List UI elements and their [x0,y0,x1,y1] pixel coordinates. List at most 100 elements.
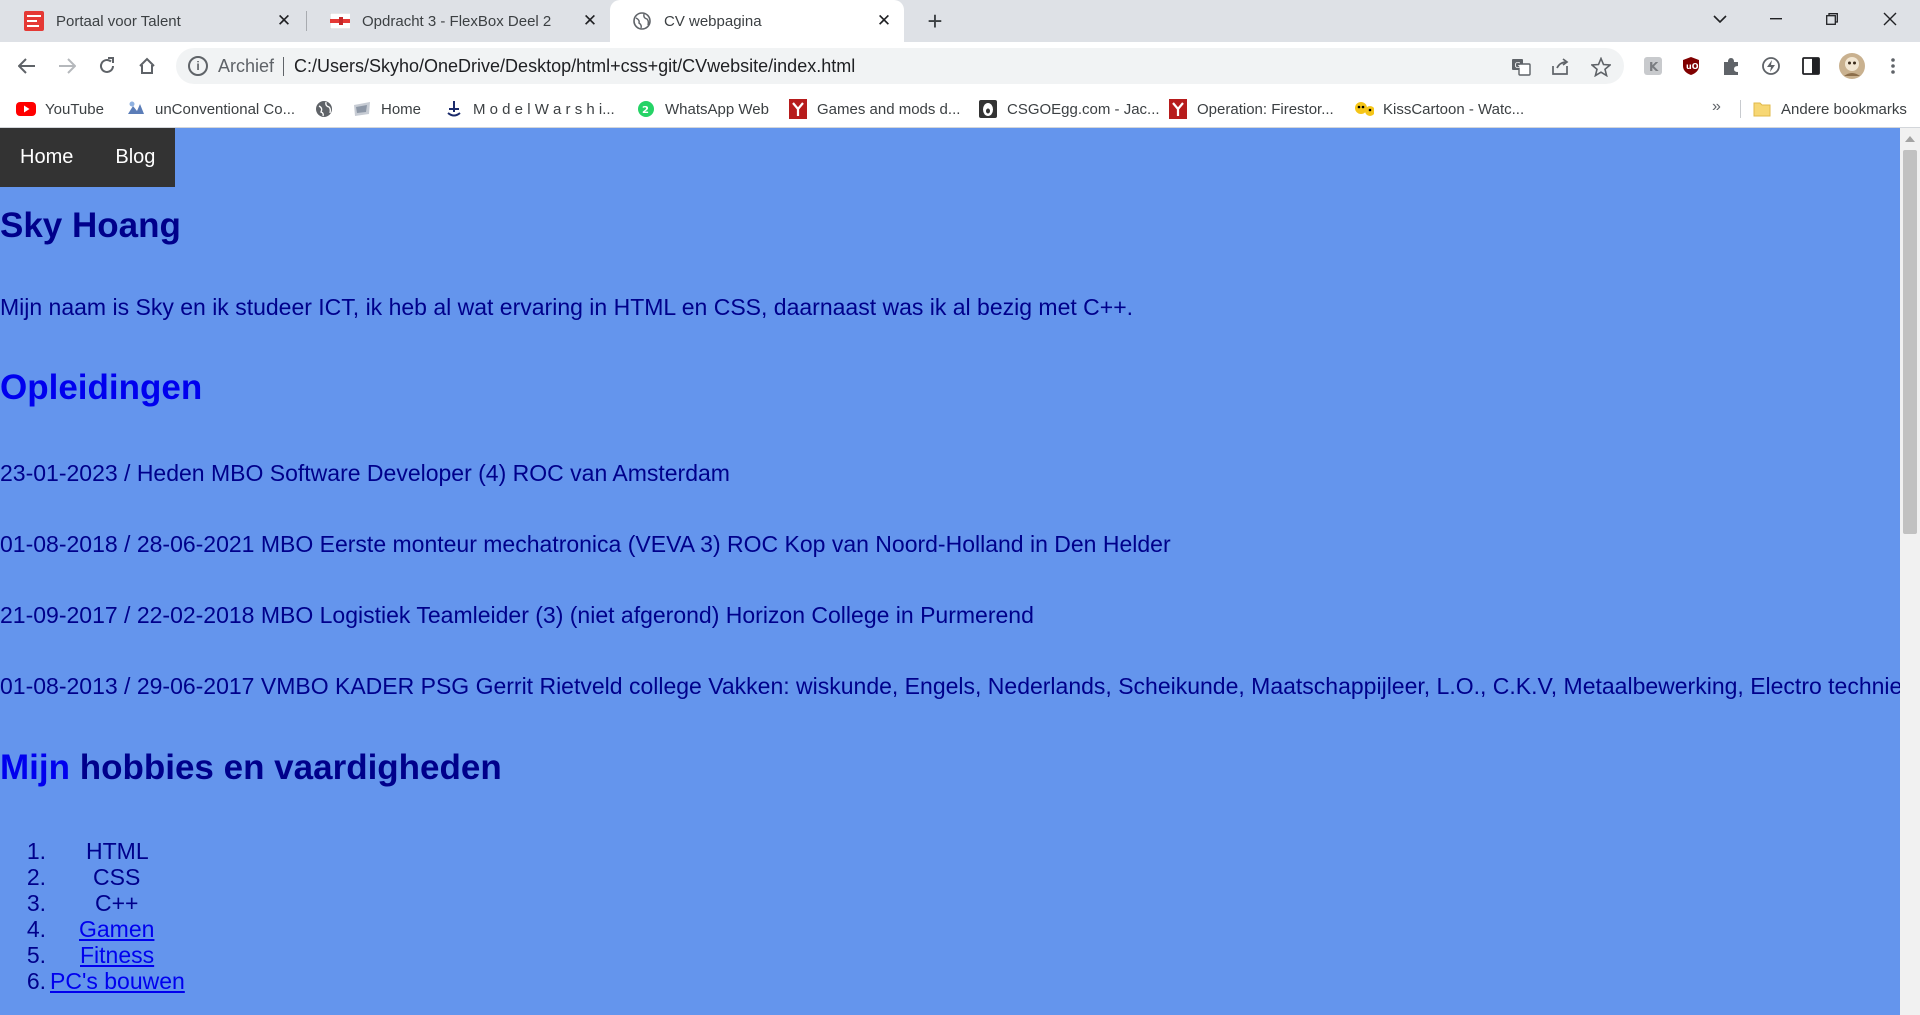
tab-strip: Portaal voor Talent ✕ Opdracht 3 - FlexB… [0,0,1920,42]
hobbies-heading-text: hobbies en vaardigheden [69,748,502,787]
hobby-label: CSS [93,864,141,890]
bookmark-label: Home [381,100,422,118]
more-bookmarks-chevron[interactable]: » [1712,98,1721,116]
hobby-label: C++ [95,890,139,916]
hobby-link-gamen[interactable]: Gamen [79,916,154,943]
bookmark-home[interactable]: Home [352,97,421,121]
tab-opdracht-3[interactable]: Opdracht 3 - FlexBox Deel 2 ✕ [308,0,610,42]
close-icon[interactable]: ✕ [580,11,600,31]
bookmark-label: YouTube [45,100,104,118]
list-number: 1. [26,838,46,864]
profile-avatar[interactable] [1838,52,1866,80]
flag-icon [330,11,350,31]
globe-icon [632,11,652,31]
bookmarks-bar: YouTube unConventional Co... Home M o d … [0,90,1920,128]
close-icon[interactable]: ✕ [274,11,294,31]
list-number: 3. [26,890,46,916]
side-panel-icon[interactable] [1800,55,1822,77]
bookmark-youtube[interactable]: YouTube [16,97,104,121]
bookmark-label: Games and mods d... [817,100,961,118]
tab-divider [306,11,307,31]
hobbies-heading: Mijn hobbies en vaardigheden [0,748,502,788]
education-item: 23-01-2023 / Heden MBO Software Develope… [0,460,730,486]
games-mods-icon [788,99,808,119]
name-heading: Sky Hoang [0,206,181,245]
bookmark-games-mods[interactable]: Games and mods d... [788,97,960,121]
list-number: 5. [26,942,46,968]
restore-icon[interactable] [1804,0,1860,38]
tab-title: CV webpagina [664,12,762,30]
hobby-label: HTML [86,838,149,864]
new-tab-icon[interactable]: + [922,6,948,36]
bookmark-whatsapp[interactable]: 2 WhatsApp Web [636,97,769,121]
vertical-scrollbar[interactable] [1900,128,1920,1015]
performance-icon[interactable] [1760,55,1782,77]
url-text[interactable]: C:/Users/Skyho/OneDrive/Desktop/html+css… [294,56,855,77]
hobby-link-pc-bouwen[interactable]: PC's bouwen [50,968,185,995]
list-number: 2. [26,864,46,890]
tab-title: Portaal voor Talent [56,12,181,30]
bookmark-unconventional[interactable]: unConventional Co... [126,97,295,121]
scrollbar-thumb[interactable] [1903,150,1917,534]
bookmark-label: Andere bookmarks [1781,100,1907,118]
bookmark-label: KissCartoon - Watc... [1383,100,1525,118]
tab-title: Opdracht 3 - FlexBox Deel 2 [362,12,552,30]
tab-portaal-voor-talent[interactable]: Portaal voor Talent ✕ [2,0,304,42]
svg-text:G: G [1515,61,1521,70]
close-icon[interactable]: ✕ [874,11,894,31]
browser-toolbar: i Archief C:/Users/Skyho/OneDrive/Deskto… [0,42,1920,90]
bookmark-label: Operation: Firestor... [1197,100,1334,118]
nav-blog-link[interactable]: Blog [93,128,175,187]
kisscartoon-icon [1354,100,1374,118]
address-divider [283,57,284,76]
share-icon[interactable] [1550,56,1572,78]
bookmark-firestorm[interactable]: Operation: Firestor... [1168,97,1334,121]
page-viewport: Home Blog Sky Hoang Mijn naam is Sky en … [0,128,1920,1015]
modelwarship-icon [444,100,464,118]
top-nav: Home Blog [0,128,176,187]
forward-icon[interactable] [52,51,82,81]
firestorm-icon [1168,99,1188,119]
extension-grey-icon[interactable]: K [1642,55,1664,77]
tab-search-chevron-icon[interactable] [1692,0,1748,38]
portaal-voor-talent-icon [24,11,44,31]
hobbies-heading-link[interactable]: Mijn [0,748,70,787]
intro-text: Mijn naam is Sky en ik studeer ICT, ik h… [0,294,1134,320]
bookmark-label: unConventional Co... [155,100,296,118]
puzzle-extensions-icon[interactable] [1720,55,1742,77]
bookmark-csgoegg[interactable]: CSGOEgg.com - Jac... [978,97,1160,121]
list-number: 4. [26,916,46,942]
info-icon[interactable]: i [188,56,208,76]
back-icon[interactable] [12,51,42,81]
education-heading: Opleidingen [0,368,203,407]
address-bar[interactable]: i Archief C:/Users/Skyho/OneDrive/Deskto… [176,48,1624,84]
youtube-icon [16,100,36,118]
ublock-icon[interactable]: uO [1680,55,1702,77]
bookmark-other-folder[interactable]: Andere bookmarks [1752,97,1907,121]
list-number: 6. [26,968,46,994]
education-item: 01-08-2018 / 28-06-2021 MBO Eerste monte… [0,531,1171,557]
minimize-icon[interactable] [1748,0,1804,38]
tab-cv-webpagina[interactable]: CV webpagina ✕ [610,0,904,42]
bookmark-globe[interactable] [314,97,343,121]
nav-home-link[interactable]: Home [0,128,93,187]
hobby-link-fitness[interactable]: Fitness [80,942,154,969]
address-chip: Archief [218,56,275,76]
menu-icon[interactable] [1882,55,1904,77]
education-item: 21-09-2017 / 22-02-2018 MBO Logistiek Te… [0,602,1034,628]
svg-text:2: 2 [642,105,649,116]
bookmark-star-icon[interactable] [1590,56,1612,78]
svg-text:K: K [1649,60,1659,74]
folder-icon [1752,100,1772,118]
close-window-icon[interactable] [1862,0,1918,38]
unconventional-icon [126,100,146,118]
bookmarks-divider [1740,100,1741,118]
bookmark-modelwarship[interactable]: M o d e l W a r s h i... [444,97,615,121]
bookmark-kisscartoon[interactable]: KissCartoon - Watc... [1354,97,1524,121]
svg-text:uO: uO [1686,62,1699,71]
translate-icon[interactable]: G [1510,56,1532,78]
home-icon[interactable] [132,51,162,81]
bookmark-label: M o d e l W a r s h i... [473,100,615,118]
scroll-up-arrow-icon[interactable] [1905,136,1915,142]
reload-icon[interactable] [92,51,122,81]
